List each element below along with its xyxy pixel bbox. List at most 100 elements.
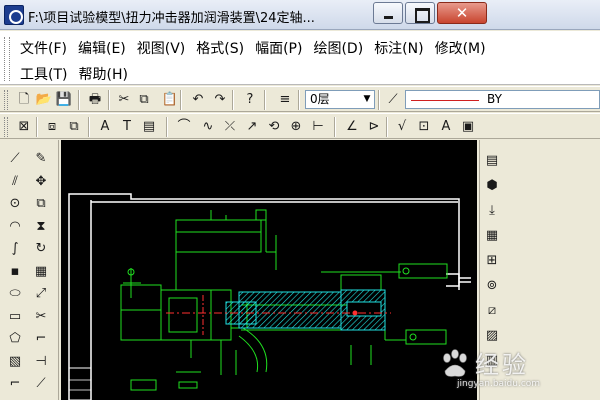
menu-item[interactable]: 绘图(D) [313, 38, 363, 58]
polygon-icon[interactable]: ⬠ [4, 328, 26, 350]
grid-icon[interactable]: ▥ [481, 350, 503, 372]
cad-drawing [68, 193, 471, 400]
section-icon[interactable]: ⊚ [481, 275, 503, 297]
text-icon[interactable]: A [95, 117, 115, 137]
datum-icon[interactable]: A [436, 117, 456, 137]
linetype-value: BY [487, 92, 502, 106]
copy-tool-icon[interactable]: ⧉ [30, 193, 52, 215]
app-icon[interactable] [4, 5, 24, 25]
angle-dim-icon[interactable]: ∠ [342, 117, 362, 137]
standard-toolbar: 0层 ▼ BY 🗋 📂 💾 🖶 ✂ ⧉ 📋 ↶ ↷? ≡ ⟋ [0, 86, 600, 112]
window-title: F:\项目试验模型\扭力冲击器加润滑装置\24定轴... [28, 11, 315, 26]
parts-lib-icon[interactable]: ▦ [481, 225, 503, 247]
menu-item[interactable]: 工具(T) [20, 64, 67, 84]
copy-icon[interactable]: ⧉ [134, 90, 154, 110]
menu-item[interactable]: 文件(F) [20, 38, 67, 58]
toolbar-separator [298, 90, 300, 110]
layers-icon[interactable]: ≡ [275, 90, 295, 110]
toolbar-separator [88, 117, 90, 137]
insert-icon[interactable]: ⤓ [481, 200, 503, 222]
toolbar-separator [180, 90, 182, 110]
mirror-icon[interactable]: ⧗ [30, 216, 52, 238]
minimize-button[interactable] [373, 2, 403, 24]
cut-icon[interactable]: ✂ [114, 90, 134, 110]
rect-fill-icon[interactable]: ▪ [4, 261, 26, 283]
image-icon[interactable]: ▣ [458, 117, 478, 137]
linetype-select[interactable]: BY [405, 90, 600, 109]
zoom-prev-icon[interactable]: ⧉ [64, 117, 84, 137]
arc-tool-icon[interactable]: ◠ [4, 216, 26, 238]
menu-bar: 文件(F) 编辑(E) 视图(V) 格式(S) 幅面(P) 绘图(D) 标注(N) 修改(M)… [0, 31, 600, 85]
arc-icon[interactable]: ⌒ [174, 117, 194, 137]
layer-select[interactable]: 0层 ▼ [305, 90, 375, 109]
text-edit-icon[interactable]: T [117, 117, 137, 137]
polyline-icon[interactable]: ⌐ [4, 373, 26, 395]
toolbar-grip[interactable] [4, 90, 8, 110]
ellipse-icon[interactable]: ⬭ [4, 283, 26, 305]
menu-item[interactable]: 编辑(E) [78, 38, 126, 58]
rotate-icon[interactable]: ↻ [30, 238, 52, 260]
chamfer-icon[interactable]: ⟋ [30, 373, 52, 395]
save-icon[interactable]: 💾 [54, 90, 74, 110]
fillet-icon[interactable]: ⌐ [30, 328, 52, 350]
menu-item[interactable]: 格式(S) [196, 38, 244, 58]
double-line-icon[interactable]: ⫽ [4, 171, 26, 193]
menu-item[interactable]: 幅面(P) [255, 38, 302, 58]
zoom-extent-icon[interactable]: ⊠ [14, 117, 34, 137]
hatch-icon[interactable]: ▧ [4, 351, 26, 373]
block-icon[interactable]: ▤ [481, 150, 503, 172]
spline-icon[interactable]: ∫ [4, 238, 26, 260]
hatch-view-icon[interactable]: ▨ [481, 325, 503, 347]
undo-icon[interactable]: ↶ [188, 90, 208, 110]
toolbar-separator [78, 90, 80, 110]
close-button[interactable]: ✕ [437, 2, 487, 24]
print-icon[interactable]: 🖶 [85, 90, 105, 110]
menu-item[interactable]: 修改(M) [435, 38, 486, 58]
toolbar-separator [378, 90, 380, 110]
redo-icon[interactable]: ↷ [210, 90, 230, 110]
rectangle-icon[interactable]: ▭ [4, 306, 26, 328]
dimension-icon[interactable]: ⊢ [308, 117, 328, 137]
menu-item[interactable]: 视图(V) [137, 38, 186, 58]
scale-icon[interactable]: ⤢ [30, 283, 52, 305]
tolerance-icon[interactable]: ⊡ [414, 117, 434, 137]
close-icon: ✕ [455, 4, 469, 22]
table-icon[interactable]: ▤ [139, 117, 159, 137]
break-icon[interactable]: ⤫ [220, 117, 240, 137]
center-mark-icon[interactable]: ⊕ [286, 117, 306, 137]
linetype-icon[interactable]: ⟋ [383, 90, 403, 110]
chevron-down-icon[interactable]: ▼ [360, 91, 374, 108]
new-icon[interactable]: 🗋 [14, 90, 34, 110]
menu-row-1: 文件(F) 编辑(E) 视图(V) 格式(S) 幅面(P) 绘图(D) 标注(N) 修改(M) [20, 38, 486, 58]
trim-icon[interactable]: ✂ [30, 306, 52, 328]
toolbar-separator [232, 90, 234, 110]
title-bar: F:\项目试验模型\扭力冲击器加润滑装置\24定轴... ✕ [0, 0, 600, 30]
toolbar-grip[interactable] [4, 117, 8, 137]
cube-icon[interactable]: ⬢ [481, 175, 503, 197]
pencil-icon[interactable]: ✎ [30, 148, 52, 170]
zoom-window-icon[interactable]: ⧈ [42, 117, 62, 137]
detail-icon[interactable]: ⧄ [481, 300, 503, 322]
paste-icon[interactable]: 📋 [160, 90, 180, 110]
extend-icon[interactable]: ⊣ [30, 351, 52, 373]
open-icon[interactable]: 📂 [34, 90, 54, 110]
toolbar-separator [108, 90, 110, 110]
array-icon[interactable]: ▦ [30, 261, 52, 283]
toolbar-separator [386, 117, 388, 137]
maximize-button[interactable] [405, 2, 435, 24]
menu-item[interactable]: 标注(N) [374, 38, 423, 58]
view-icon[interactable]: ⊞ [481, 250, 503, 272]
move-icon[interactable]: ✥ [30, 171, 52, 193]
rotate-dim-icon[interactable]: ⟲ [264, 117, 284, 137]
roughness-icon[interactable]: √ [392, 117, 412, 137]
help-icon[interactable]: ? [240, 90, 260, 110]
menu-item[interactable]: 帮助(H) [78, 64, 127, 84]
hatched-shaft [225, 289, 386, 331]
leader-icon[interactable]: ↗ [242, 117, 262, 137]
drawing-canvas[interactable] [61, 140, 477, 400]
line-icon[interactable]: ⟋ [4, 148, 26, 170]
wave-line-icon[interactable]: ∿ [198, 117, 218, 137]
weld-icon[interactable]: ⊳ [364, 117, 384, 137]
left-tool-palette: ⟋ ✎ ⫽ ✥ ⊙ ⧉ ◠ ⧗ ∫ ↻ ▪ ▦ ⬭ ⤢ ▭ ✂ ⬠ ⌐ ▧ ⊣ ⌐ ⟋ [0, 140, 59, 400]
circle-icon[interactable]: ⊙ [4, 193, 26, 215]
